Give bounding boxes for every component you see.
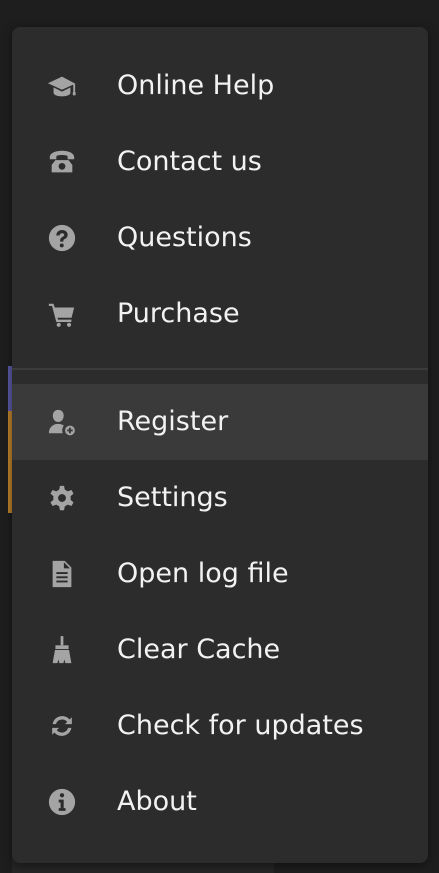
menu-item-label: Open log file (117, 557, 289, 589)
graduation-cap-icon (45, 69, 79, 103)
broom-icon (45, 633, 79, 667)
menu-item-label: About (117, 785, 197, 817)
menu-item-settings[interactable]: Settings (12, 460, 428, 536)
menu-item-register[interactable]: Register (12, 384, 428, 460)
refresh-icon (45, 709, 79, 743)
menu-item-label: Online Help (117, 69, 275, 101)
menu-item-label: Check for updates (117, 709, 364, 741)
document-icon (45, 557, 79, 591)
telephone-icon (45, 145, 79, 179)
info-circle-icon (45, 785, 79, 819)
gear-icon (45, 481, 79, 515)
menu-item-purchase[interactable]: Purchase (12, 276, 428, 352)
screen: Online Help Contact us Questions Purchas… (0, 0, 439, 873)
menu-item-questions[interactable]: Questions (12, 200, 428, 276)
menu-item-label: Clear Cache (117, 633, 281, 665)
menu-item-clear-cache[interactable]: Clear Cache (12, 612, 428, 688)
menu-separator (12, 368, 428, 370)
question-circle-icon (45, 221, 79, 255)
user-add-icon (45, 405, 79, 439)
menu-item-label: Contact us (117, 145, 262, 177)
menu-item-open-log-file[interactable]: Open log file (12, 536, 428, 612)
menu-item-about[interactable]: About (12, 764, 428, 840)
menu-item-label: Settings (117, 481, 228, 513)
menu-item-online-help[interactable]: Online Help (12, 48, 428, 124)
menu-item-contact-us[interactable]: Contact us (12, 124, 428, 200)
context-menu: Online Help Contact us Questions Purchas… (12, 27, 428, 863)
menu-item-label: Purchase (117, 297, 240, 329)
menu-item-label: Questions (117, 221, 252, 253)
menu-item-label: Register (117, 405, 229, 437)
menu-item-check-for-updates[interactable]: Check for updates (12, 688, 428, 764)
shopping-cart-icon (45, 297, 79, 331)
